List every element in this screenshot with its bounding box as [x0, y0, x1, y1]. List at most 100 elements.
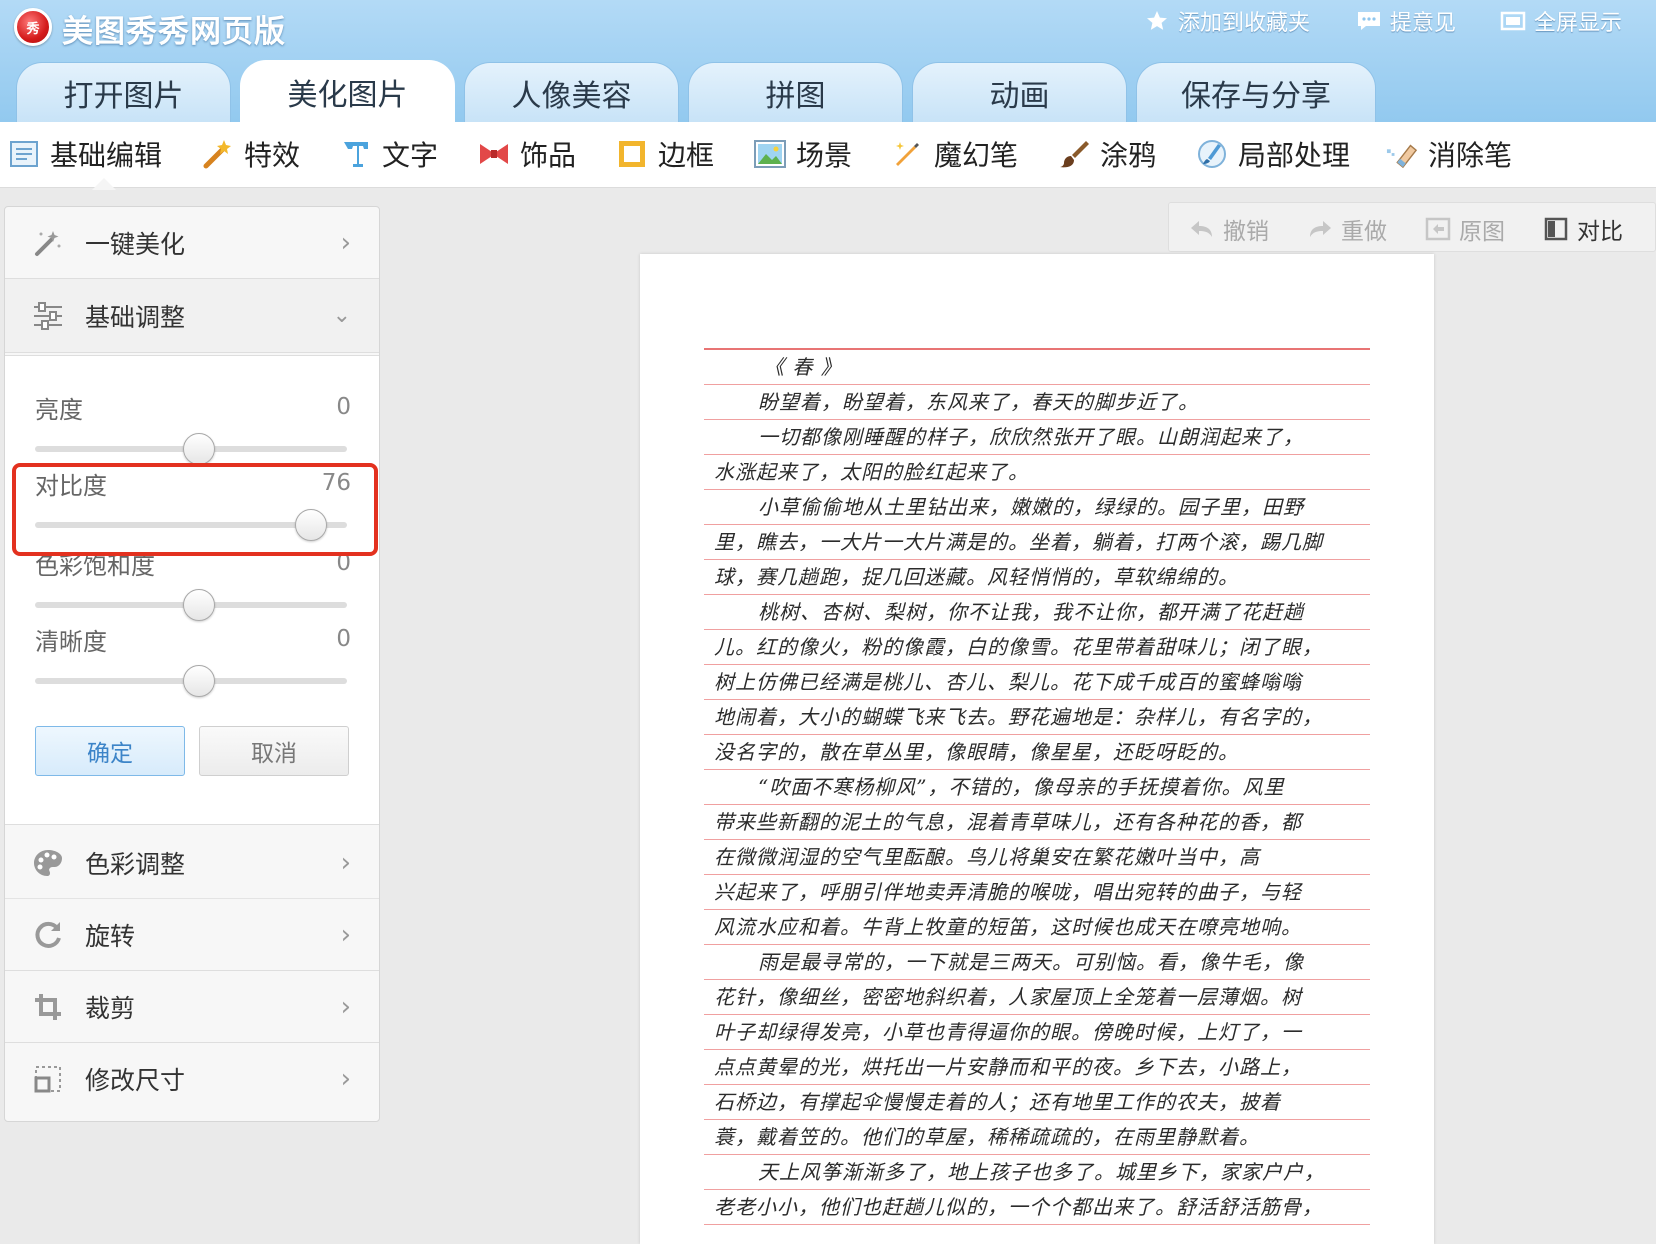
saturation-thumb[interactable] — [183, 589, 215, 621]
document-line: 地闹着，大小的蝴蝶飞来飞去。野花遍地是：杂样儿，有名字的， — [704, 700, 1370, 735]
document-line: 里，瞧去，一大片一大片满是的。坐着，躺着，打两个滚，踢几脚 — [704, 525, 1370, 560]
menu-color-adjust-label: 色彩调整 — [85, 849, 186, 879]
app-header: 秀 美图秀秀网页版 添加到收藏夹 提意见 全屏显示 打开图片 美化图片 人像美容… — [0, 0, 1656, 122]
redo-label: 重做 — [1341, 219, 1387, 245]
tool-basic-edit-label: 基础编辑 — [50, 139, 163, 172]
tool-magic-pen-label: 魔幻笔 — [934, 139, 1019, 172]
tab-save-share[interactable]: 保存与分享 — [1136, 62, 1376, 122]
tab-collage[interactable]: 拼图 — [688, 62, 903, 122]
tool-basic-edit[interactable]: 基础编辑 — [8, 134, 162, 174]
image-canvas[interactable]: 《 春 》 盼望着，盼望着，东风来了，春天的脚步近了。 一切都像刚睡醒的样子，欣欣… — [640, 254, 1434, 1244]
fullscreen-link[interactable]: 全屏显示 — [1500, 6, 1622, 36]
menu-basic-adjust-label: 基础调整 — [85, 302, 186, 332]
brightness-slider: 亮度 0 — [35, 390, 351, 470]
tool-scene-label: 场景 — [796, 139, 853, 172]
adjust-panel: 一键美化 › 基础调整 ⌄ 亮度 0 对比度 76 色彩饱和度 0 清晰度 0 … — [4, 206, 380, 1122]
tool-local-process[interactable]: 局部处理 — [1196, 134, 1350, 174]
document-line: 桃树、杏树、梨树，你不让我，我不让你，都开满了花赶趟 — [704, 595, 1370, 630]
tool-border[interactable]: 边框 — [616, 134, 714, 174]
saturation-slider: 色彩饱和度 0 — [35, 546, 351, 626]
tool-eraser[interactable]: 消除笔 — [1386, 134, 1512, 174]
sliders-icon — [31, 299, 65, 333]
chevron-right-icon: › — [340, 1064, 351, 1094]
document-line: 树上仿佛已经满是桃儿、杏儿、梨儿。花下成千成百的蜜蜂嗡嗡 — [704, 665, 1370, 700]
redo-button[interactable]: 重做 — [1307, 212, 1387, 246]
add-favorite-label: 添加到收藏夹 — [1178, 11, 1311, 36]
sharpness-slider: 清晰度 0 — [35, 622, 351, 702]
document-title: 《 春 》 — [704, 350, 1370, 385]
document-line: 球，赛几趟跑，捉几回迷藏。风轻悄悄的，草软绵绵的。 — [704, 560, 1370, 595]
menu-resize[interactable]: 修改尺寸 › — [5, 1043, 379, 1115]
compare-label: 对比 — [1577, 219, 1623, 245]
document-line: 花针，像细丝，密密地斜织着，人家屋顶上全笼着一层薄烟。树 — [704, 980, 1370, 1015]
menu-crop[interactable]: 裁剪 › — [5, 971, 379, 1043]
menu-resize-label: 修改尺寸 — [85, 1066, 186, 1095]
menu-color-adjust[interactable]: 色彩调整 › — [5, 827, 379, 899]
menu-one-click-beautify[interactable]: 一键美化 › — [5, 207, 379, 279]
document-line: 雨是最寻常的，一下就是三两天。可别恼。看，像牛毛，像 — [704, 945, 1370, 980]
tool-text[interactable]: 文字 — [340, 134, 438, 174]
document-line: 在微微润湿的空气里酝酿。鸟儿将巢安在繁花嫩叶当中，高 — [704, 840, 1370, 875]
comment-icon — [1356, 9, 1382, 33]
document-line: 儿。红的像火，粉的像霞，白的像雪。花里带着甜味儿；闭了眼， — [704, 630, 1370, 665]
menu-basic-adjust[interactable]: 基础调整 ⌄ — [5, 279, 379, 353]
basic-adjust-section: 亮度 0 对比度 76 色彩饱和度 0 清晰度 0 确定 取消 — [5, 355, 379, 825]
tool-text-label: 文字 — [382, 139, 439, 172]
tab-beautify-image[interactable]: 美化图片 — [240, 60, 455, 122]
document-line: 风流水应和着。牛背上牧童的短笛，这时候也成天在嘹亮地响。 — [704, 910, 1370, 945]
original-button[interactable]: 原图 — [1425, 212, 1505, 246]
chevron-right-icon: › — [340, 991, 351, 1022]
document-line: 一切都像刚睡醒的样子，欣欣然张开了眼。山朗润起来了， — [704, 420, 1370, 455]
feedback-link[interactable]: 提意见 — [1356, 6, 1456, 36]
rotate-icon — [31, 918, 65, 952]
contrast-highlight-box — [12, 463, 378, 556]
undo-button[interactable]: 撤销 — [1189, 212, 1269, 246]
brightness-label: 亮度 — [35, 396, 83, 424]
menu-one-click-label: 一键美化 — [85, 229, 186, 259]
local-brush-icon — [1196, 138, 1228, 170]
document-line: “吹面不寒杨柳风”，不错的，像母亲的手抚摸着你。风里 — [704, 770, 1370, 805]
magic-wand-icon — [202, 138, 234, 170]
menu-rotate[interactable]: 旋转 › — [5, 899, 379, 971]
document-line: 兴起来了，呼朋引伴地卖弄清脆的喉咙，唱出宛转的曲子，与轻 — [704, 875, 1370, 910]
tool-accessories[interactable]: 饰品 — [478, 134, 576, 174]
bow-icon — [478, 138, 510, 170]
resize-icon — [31, 1062, 65, 1096]
tab-open-image[interactable]: 打开图片 — [16, 62, 231, 122]
sharpness-value: 0 — [336, 626, 351, 652]
star-icon — [1144, 9, 1170, 33]
magic-pen-icon — [892, 138, 924, 170]
document-line: 盼望着，盼望着，东风来了，春天的脚步近了。 — [704, 385, 1370, 420]
document-line: 石桥边，有撑起伞慢慢走着的人；还有地里工作的农夫，披着 — [704, 1085, 1370, 1120]
compare-icon — [1543, 216, 1569, 242]
menu-rotate-label: 旋转 — [85, 921, 136, 951]
document-line: 蓑，戴着笠的。他们的草屋，稀稀疏疏的，在雨里静默着。 — [704, 1120, 1370, 1155]
edit-toolbar: 基础编辑 特效 文字 饰品 边框 场景 魔幻笔 涂鸦 局部处理 消除笔 — [0, 122, 1656, 188]
sharpness-thumb[interactable] — [183, 665, 215, 697]
chevron-right-icon[interactable]: › — [341, 848, 351, 878]
tab-animation[interactable]: 动画 — [912, 62, 1127, 122]
text-icon — [340, 138, 372, 170]
confirm-button[interactable]: 确定 — [35, 726, 185, 776]
tab-portrait[interactable]: 人像美容 — [464, 62, 679, 122]
main-tabs: 打开图片 美化图片 人像美容 拼图 动画 保存与分享 — [0, 56, 1656, 122]
compare-button[interactable]: 对比 — [1543, 212, 1623, 246]
app-title: 美图秀秀网页版 — [62, 14, 286, 50]
palette-icon — [31, 846, 65, 880]
crop-icon — [31, 990, 65, 1024]
document-line: 小草偷偷地从土里钻出来，嫩嫩的，绿绿的。园子里，田野 — [704, 490, 1370, 525]
tool-scene[interactable]: 场景 — [754, 134, 852, 174]
frame-icon — [616, 138, 648, 170]
document-line: 带来些新翻的泥土的气息，混着青草味儿，还有各种花的香，都 — [704, 805, 1370, 840]
tool-magic-pen[interactable]: 魔幻笔 — [892, 134, 1018, 174]
undo-icon — [1189, 216, 1215, 242]
menu-crop-label: 裁剪 — [85, 993, 136, 1023]
cancel-button[interactable]: 取消 — [199, 726, 349, 776]
brightness-thumb[interactable] — [183, 433, 215, 465]
add-favorite-link[interactable]: 添加到收藏夹 — [1144, 6, 1310, 36]
landscape-picture-icon — [754, 138, 786, 170]
document-line: 没名字的，散在草丛里，像眼睛，像星星，还眨呀眨的。 — [704, 735, 1370, 770]
tool-graffiti[interactable]: 涂鸦 — [1058, 134, 1156, 174]
tool-effects[interactable]: 特效 — [202, 134, 300, 174]
paint-brush-icon — [1058, 138, 1090, 170]
